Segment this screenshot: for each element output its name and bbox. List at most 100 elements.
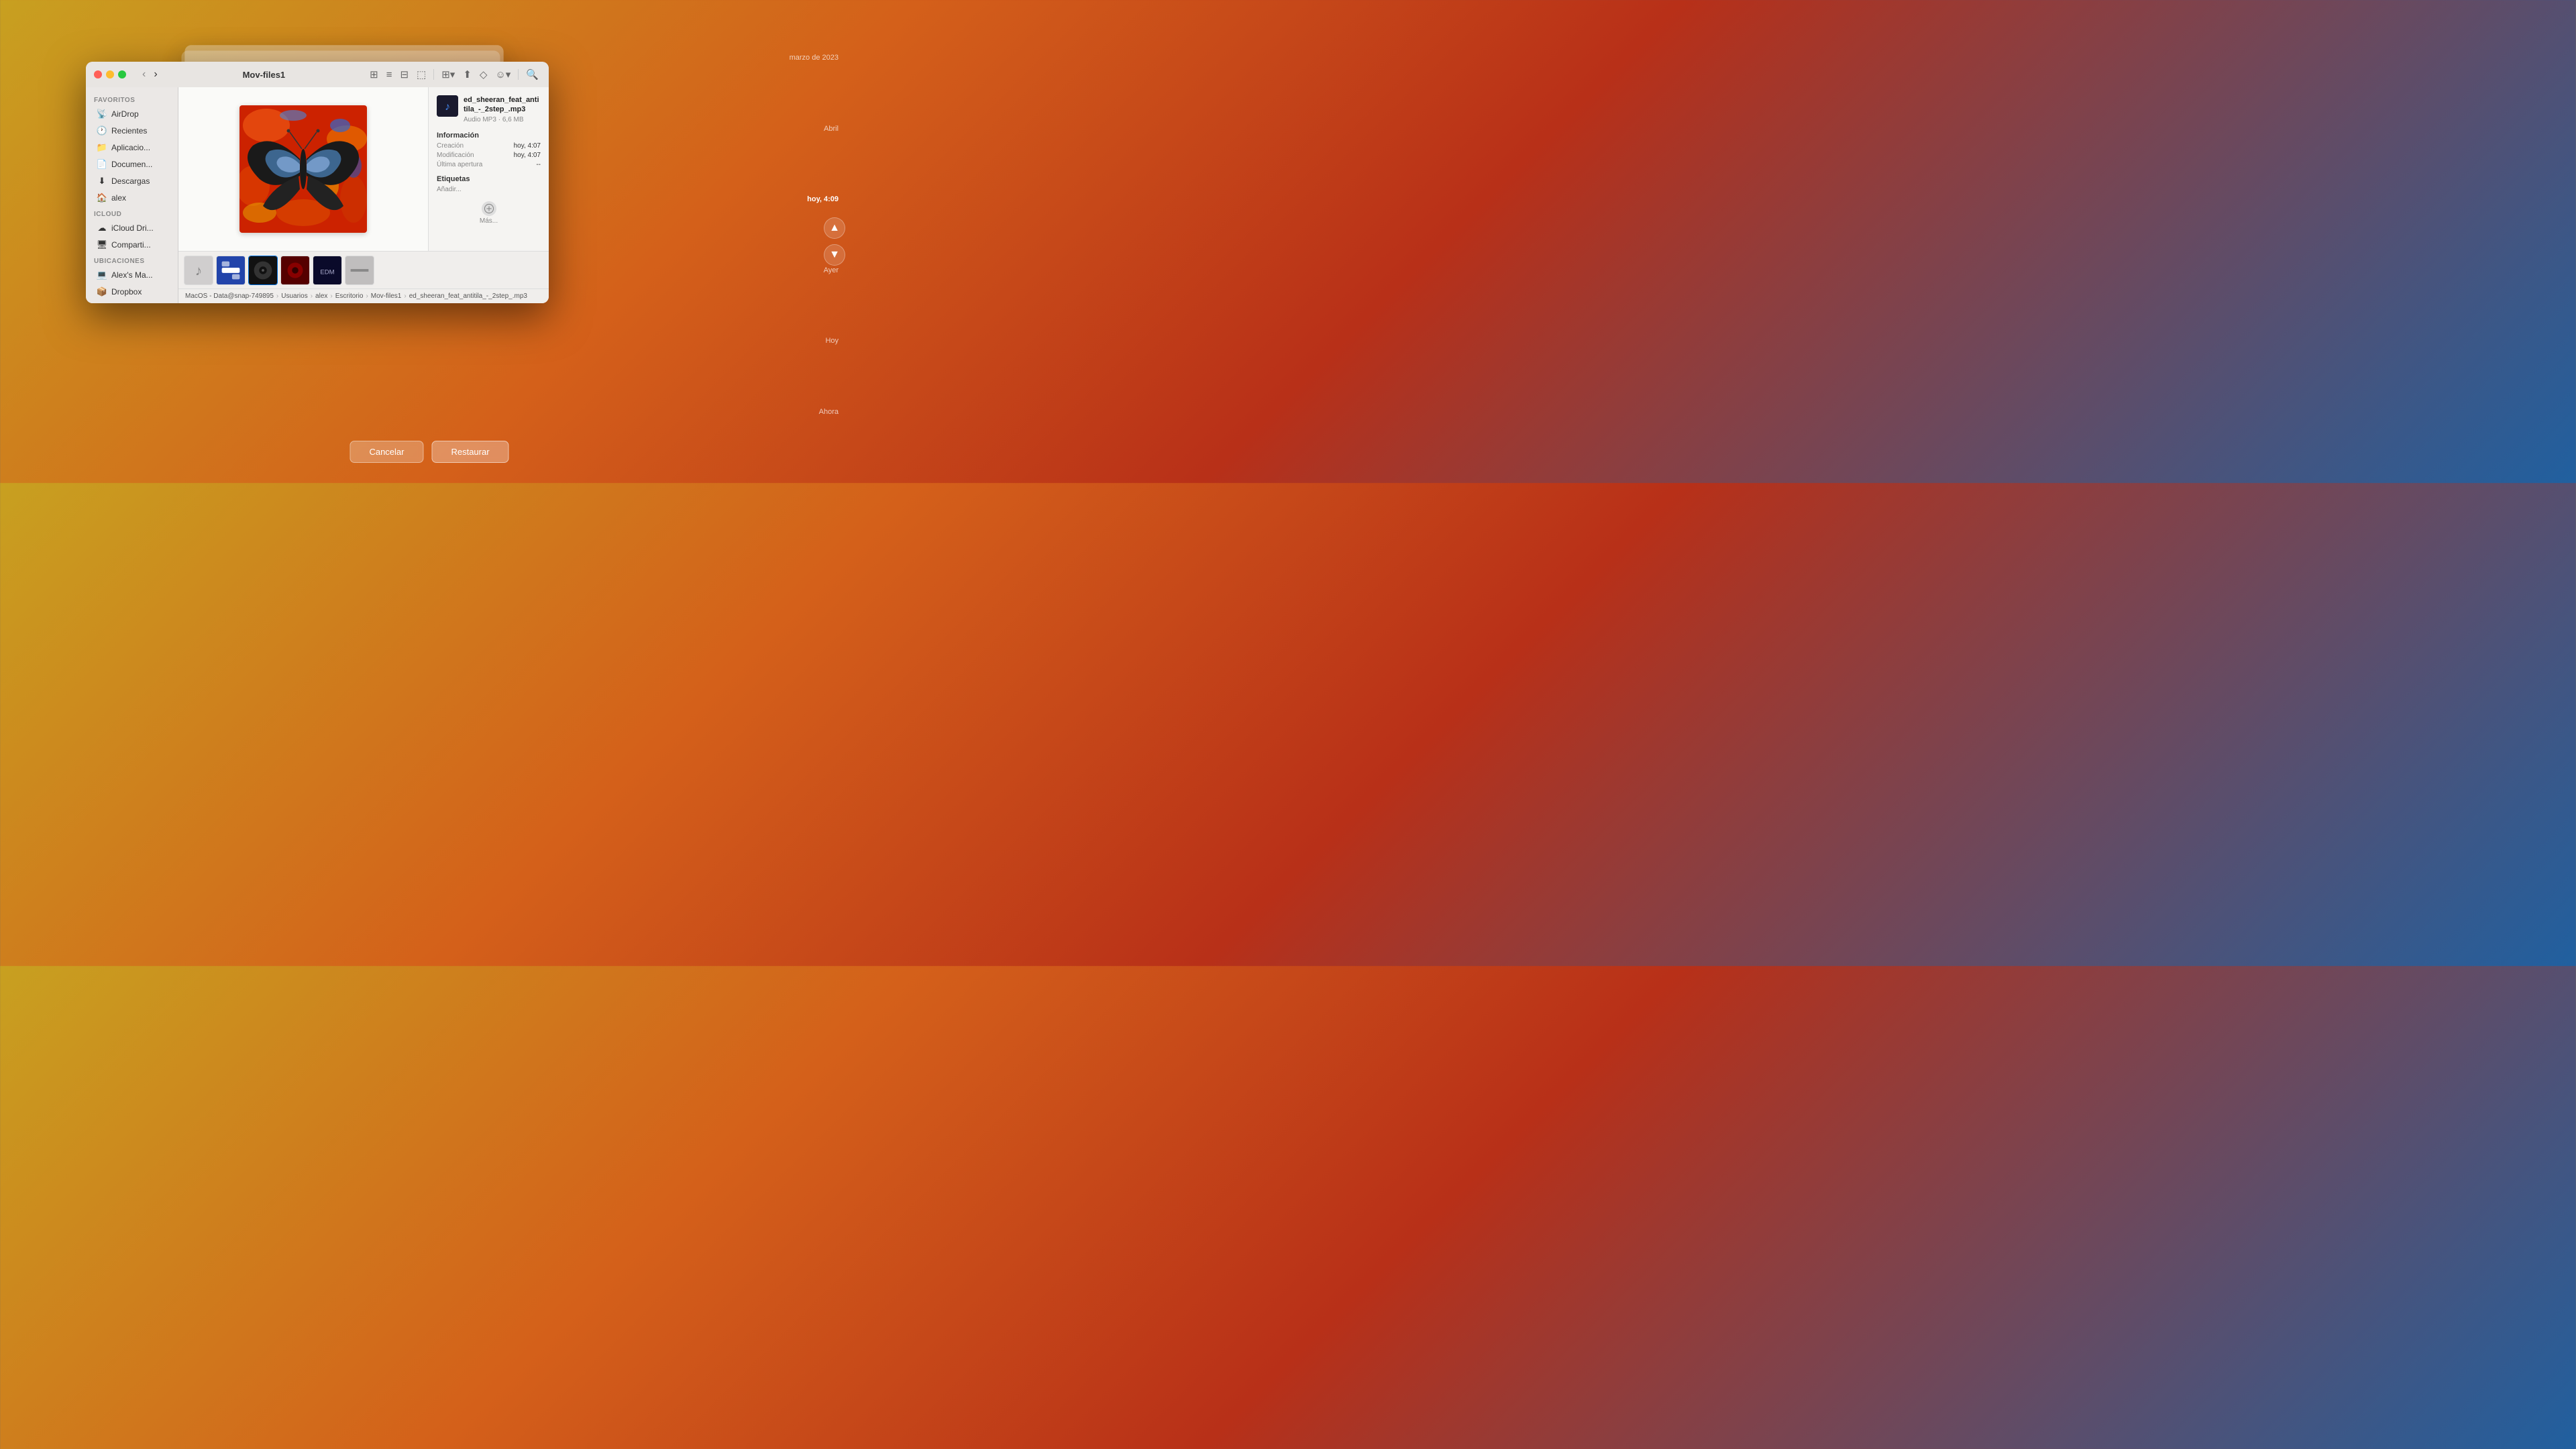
group-btn[interactable]: ⊞▾	[439, 67, 457, 82]
more-circle-button[interactable]	[482, 201, 496, 216]
file-preview-image	[239, 105, 367, 233]
path-item-1[interactable]: Usuarios	[280, 292, 309, 300]
timeline-date-6: Ahora	[819, 408, 839, 416]
thumb-3[interactable]	[248, 256, 278, 285]
thumb-2[interactable]	[216, 256, 246, 285]
mac-icon: 💻	[97, 270, 107, 280]
close-button[interactable]	[94, 70, 102, 78]
sidebar: Favoritos 📡 AirDrop 🕐 Recientes 📁 Aplica…	[86, 87, 178, 303]
sidebar-item-shared[interactable]: 🖥 Comparti...	[89, 237, 175, 253]
file-thumbnail: ♪	[437, 95, 458, 117]
path-item-2[interactable]: alex	[314, 292, 329, 300]
more-button-wrap: Más...	[437, 201, 541, 225]
sidebar-item-icloud-label: iCloud Dri...	[111, 223, 154, 233]
divider-1	[433, 69, 434, 80]
thumb-1[interactable]: ♪	[184, 256, 213, 285]
restore-button[interactable]: Restaurar	[431, 441, 508, 463]
butterfly-svg	[239, 105, 367, 233]
more-label: Más...	[480, 217, 498, 225]
sidebar-item-downloads[interactable]: ⬇ Descargas	[89, 173, 175, 189]
sidebar-item-airdrop[interactable]: 📡 AirDrop	[89, 106, 175, 122]
apps-icon: 📁	[97, 142, 107, 153]
docs-icon: 📄	[97, 159, 107, 170]
cancel-button[interactable]: Cancelar	[350, 441, 423, 463]
modification-value: hoy, 4:07	[514, 152, 541, 159]
path-item-5[interactable]: ed_sheeran_feat_antitila_-_2step_.mp3	[408, 292, 529, 300]
add-tag-field[interactable]: Añadir...	[437, 186, 541, 193]
svg-text:EDM: EDM	[320, 268, 334, 276]
modification-row: Modificación hoy, 4:07	[437, 152, 541, 159]
search-button[interactable]: 🔍	[524, 67, 541, 82]
view-list-btn[interactable]: ≡	[384, 68, 394, 82]
timeline-date-2: Abril	[824, 125, 839, 133]
timeline-date-3: hoy, 4:09	[807, 195, 839, 203]
sidebar-item-docs[interactable]: 📄 Documen...	[89, 156, 175, 172]
share-btn[interactable]: ⬆	[461, 67, 474, 82]
svg-text:♪: ♪	[195, 263, 203, 278]
sidebar-item-docs-label: Documen...	[111, 160, 152, 169]
forward-button[interactable]: ›	[151, 67, 160, 82]
path-item-4[interactable]: Mov-files1	[370, 292, 403, 300]
path-item-0[interactable]: MacOS - Data@snap-749895	[184, 292, 275, 300]
thumbnail-strip: ♪	[178, 251, 549, 288]
sidebar-item-apps[interactable]: 📁 Aplicacio...	[89, 140, 175, 156]
sidebar-item-shared-label: Comparti...	[111, 240, 151, 250]
thumb-4[interactable]	[280, 256, 310, 285]
sidebar-item-apps-label: Aplicacio...	[111, 143, 150, 152]
view-gallery-btn[interactable]: ⬚	[415, 67, 428, 82]
file-header: ♪ ed_sheeran_feat_antitila_-_2step_.mp3 …	[437, 95, 541, 123]
shared-icon: 🖥	[97, 239, 107, 250]
back-button[interactable]: ‹	[140, 67, 148, 82]
sidebar-section-favorites: Favoritos	[86, 93, 178, 105]
downloads-icon: ⬇	[97, 176, 107, 186]
view-icon-btn[interactable]: ⊞	[368, 67, 380, 82]
path-bar: MacOS - Data@snap-749895 › Usuarios › al…	[178, 288, 549, 303]
path-item-3[interactable]: Escritorio	[334, 292, 365, 300]
divider-2	[518, 69, 519, 80]
file-grid[interactable]	[178, 87, 428, 251]
sidebar-item-mac-label: Alex's Ma...	[111, 270, 153, 280]
sidebar-item-mac[interactable]: 💻 Alex's Ma...	[89, 267, 175, 283]
emoji-btn[interactable]: ☺▾	[493, 67, 513, 82]
sidebar-item-airdrop-label: AirDrop	[111, 109, 139, 119]
sidebar-item-recientes[interactable]: 🕐 Recientes	[89, 123, 175, 139]
tm-down-button[interactable]: ▼	[824, 244, 845, 266]
file-name-text: ed_sheeran_feat_antitila_-_2step_.mp3	[464, 95, 541, 115]
tm-up-button[interactable]: ▲	[824, 217, 845, 239]
creation-row: Creación hoy, 4:07	[437, 142, 541, 150]
modification-label: Modificación	[437, 152, 474, 159]
tags-section-title: Etiquetas	[437, 175, 541, 183]
sidebar-section-locations: Ubicaciones	[86, 254, 178, 266]
preview-area: ♪ ed_sheeran_feat_antitila_-_2step_.mp3 …	[178, 87, 549, 251]
last-open-label: Última apertura	[437, 161, 482, 168]
file-name-info: ed_sheeran_feat_antitila_-_2step_.mp3 Au…	[464, 95, 541, 123]
info-panel: ♪ ed_sheeran_feat_antitila_-_2step_.mp3 …	[428, 87, 549, 251]
main-panel: ♪ ed_sheeran_feat_antitila_-_2step_.mp3 …	[178, 87, 549, 303]
bottom-buttons: Cancelar Restaurar	[350, 441, 508, 463]
thumb-6[interactable]	[345, 256, 374, 285]
nav-buttons: ‹ ›	[140, 67, 160, 82]
maximize-button[interactable]	[118, 70, 126, 78]
last-open-row: Última apertura --	[437, 161, 541, 168]
view-column-btn[interactable]: ⊟	[398, 67, 411, 82]
tag-btn[interactable]: ◇	[478, 67, 490, 82]
airdrop-icon: 📡	[97, 109, 107, 119]
sidebar-item-google-drive[interactable]: ▫ Google D...	[89, 301, 175, 303]
file-type-text: Audio MP3 · 6,6 MB	[464, 116, 541, 123]
timeline-date-1: marzo de 2023	[790, 54, 839, 62]
sidebar-item-dropbox[interactable]: 📦 Dropbox	[89, 284, 175, 300]
sidebar-item-icloud-drive[interactable]: ☁ iCloud Dri...	[89, 220, 175, 236]
svg-text:♪: ♪	[445, 101, 450, 113]
thumb-5[interactable]: EDM	[313, 256, 342, 285]
titlebar: ‹ › Mov-files1 ⊞ ≡ ⊟ ⬚ ⊞▾ ⬆ ◇ ☺▾ 🔍	[86, 62, 549, 87]
timeline-date-5: Hoy	[825, 337, 839, 345]
recientes-icon: 🕐	[97, 125, 107, 136]
last-open-value: --	[536, 161, 541, 168]
sidebar-item-alex[interactable]: 🏠 alex	[89, 190, 175, 206]
creation-value: hoy, 4:07	[514, 142, 541, 150]
content-area: Favoritos 📡 AirDrop 🕐 Recientes 📁 Aplica…	[86, 87, 549, 303]
time-machine-controls: ▲ ▼	[824, 217, 845, 266]
minimize-button[interactable]	[106, 70, 114, 78]
timeline-date-4: Ayer	[824, 266, 839, 274]
info-section-title: Información	[437, 131, 541, 140]
